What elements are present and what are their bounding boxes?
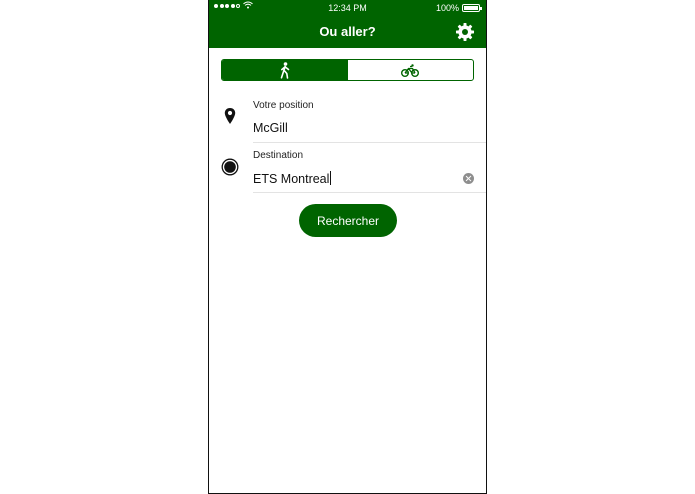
divider (253, 142, 486, 143)
destination-label: Destination (253, 150, 304, 161)
destination-input[interactable]: ETS Montreal (253, 171, 332, 186)
bicycle-mode-button[interactable] (348, 60, 474, 80)
clear-icon[interactable] (463, 173, 474, 184)
origin-input[interactable]: McGill (253, 121, 288, 135)
text-cursor (330, 171, 332, 185)
status-bar: 12:34 PM 100% (209, 0, 486, 16)
navigation-bar: 12:34 PM 100% Ou aller? (209, 0, 486, 48)
map-pin-icon (221, 107, 239, 125)
divider (253, 192, 486, 193)
target-circle-icon (221, 158, 239, 176)
battery-icon (462, 4, 482, 12)
search-button[interactable]: Rechercher (299, 204, 397, 237)
page-title: Ou aller? (319, 24, 376, 39)
destination-value: ETS Montreal (253, 172, 330, 186)
travel-mode-toggle (221, 59, 474, 81)
gear-icon[interactable] (455, 22, 475, 42)
phone-frame: 12:34 PM 100% Ou aller? Votre position M… (208, 0, 487, 494)
bicycle-icon (401, 63, 420, 77)
walking-mode-button[interactable] (222, 60, 348, 80)
battery-percentage: 100% (435, 3, 459, 13)
walking-icon (279, 61, 291, 79)
origin-label: Votre position (253, 100, 314, 111)
